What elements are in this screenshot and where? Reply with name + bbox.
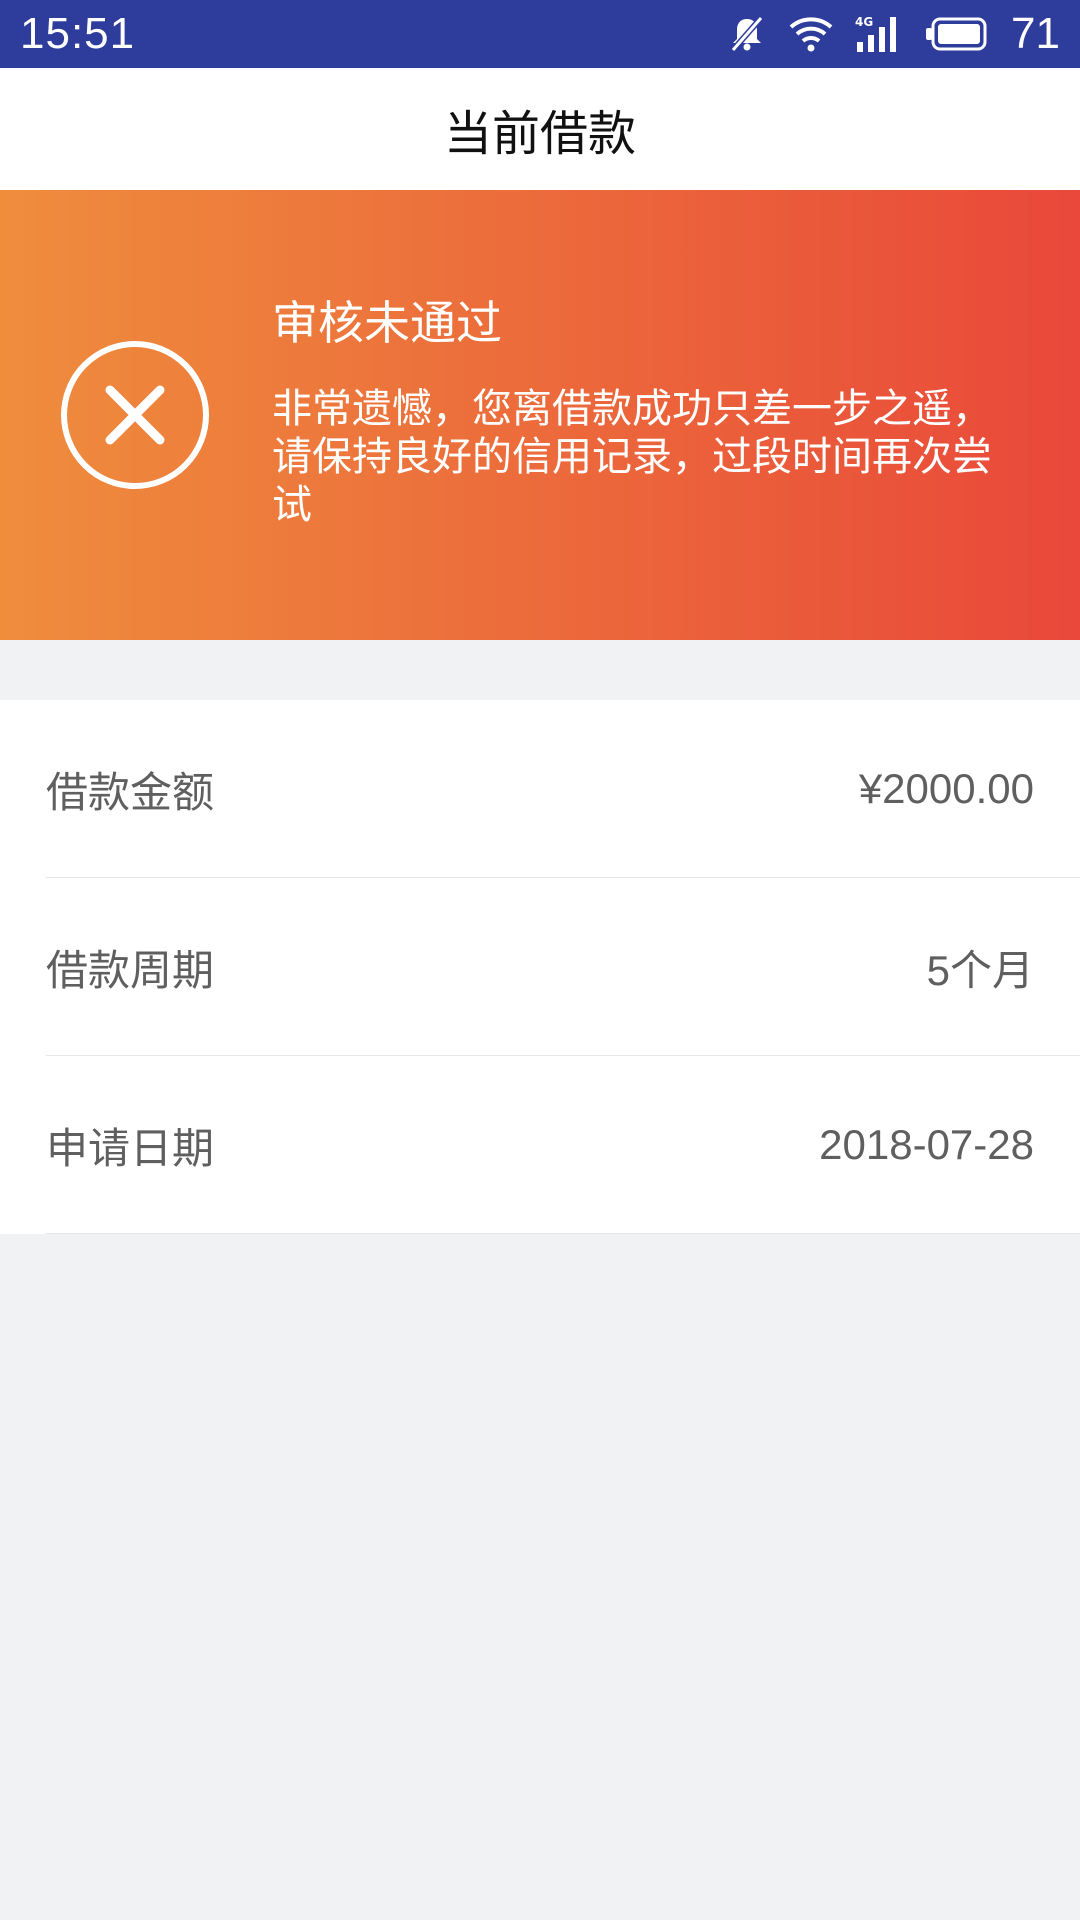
page-title: 当前借款 [443,106,636,162]
loan-term-row: 借款周期 5个月 [0,878,1080,1056]
loan-term-value: 5个月 [926,946,1034,994]
status-icons: 4G 71 [727,0,1060,68]
application-date-value: 2018-07-28 [819,1121,1034,1168]
rejection-banner: 审核未通过 非常遗憾，您离借款成功只差一步之遥，请保持良好的信用记录，过段时间再… [0,190,1080,640]
loan-amount-value: ¥2000.00 [858,765,1034,812]
signal-4g-icon: 4G [855,14,903,54]
wifi-icon [789,15,833,53]
loan-amount-row: 借款金额 ¥2000.00 [0,700,1080,878]
review-status-title: 审核未通过 [272,296,502,350]
battery-level: 71 [1011,9,1060,58]
svg-text:4G: 4G [855,15,873,29]
review-status-message: 非常遗憾，您离借款成功只差一步之遥，请保持良好的信用记录，过段时间再次尝试 [272,386,992,528]
loan-details: 借款金额 ¥2000.00 借款周期 5个月 申请日期 2018-07-28 [0,700,1080,1234]
loan-term-label: 借款周期 [46,945,215,995]
status-bar: 15:51 4G 71 [0,0,1080,68]
mute-icon [727,14,767,54]
application-date-row: 申请日期 2018-07-28 [0,1056,1080,1234]
app-header: 当前借款 [0,68,1080,190]
close-circle-icon [60,340,210,490]
application-date-label: 申请日期 [46,1123,215,1173]
battery-icon [925,16,989,52]
status-time: 15:51 [20,9,136,58]
loan-amount-label: 借款金额 [46,767,215,817]
